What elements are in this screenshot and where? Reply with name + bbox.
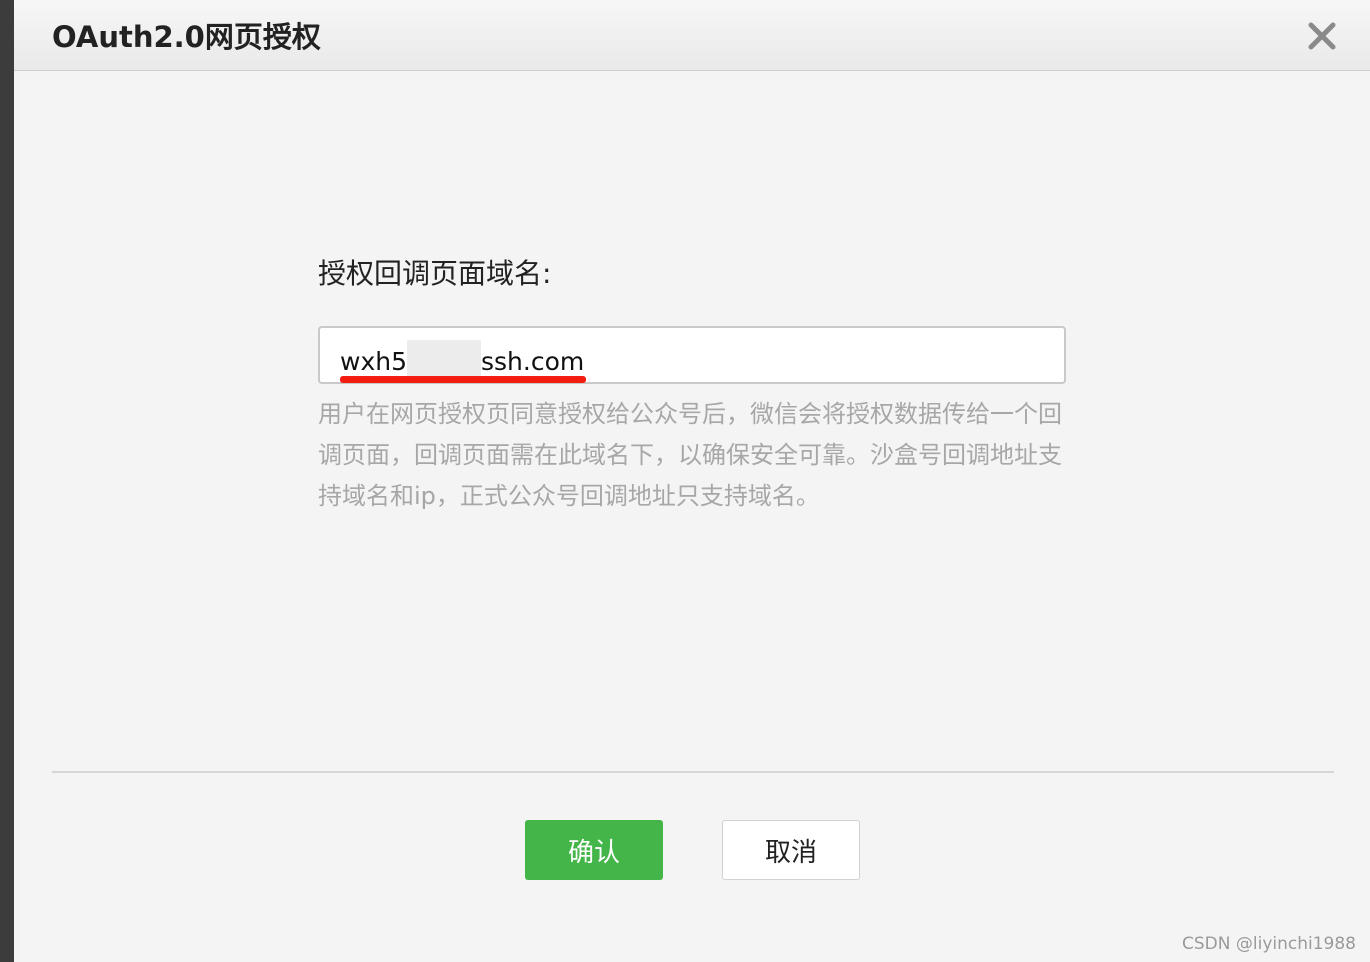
callback-domain-input[interactable]: wxh5 ssh.com: [318, 326, 1066, 384]
callback-domain-value: wxh5 ssh.com: [340, 340, 584, 378]
footer-divider: [52, 771, 1334, 773]
redacted-region: [407, 340, 481, 378]
oauth-dialog: OAuth2.0网页授权 授权回调页面域名: wxh5 ssh.com 用户在网页…: [14, 0, 1370, 962]
cancel-button[interactable]: 取消: [722, 820, 860, 880]
dialog-title: OAuth2.0网页授权: [52, 20, 321, 54]
close-button[interactable]: [1304, 18, 1340, 54]
background-page-edge: [0, 0, 14, 962]
domain-prefix: wxh5: [340, 347, 407, 376]
domain-suffix: ssh.com: [481, 347, 585, 376]
confirm-button[interactable]: 确认: [525, 820, 663, 880]
callback-domain-label: 授权回调页面域名:: [318, 257, 552, 290]
help-text: 用户在网页授权页同意授权给公众号后，微信会将授权数据传给一个回调页面，回调页面需…: [318, 400, 1062, 510]
csdn-watermark: CSDN @liyinchi1988: [1182, 934, 1356, 954]
dialog-header: OAuth2.0网页授权: [14, 0, 1370, 71]
red-underline-annotation: [340, 376, 586, 383]
close-icon: [1308, 22, 1336, 50]
